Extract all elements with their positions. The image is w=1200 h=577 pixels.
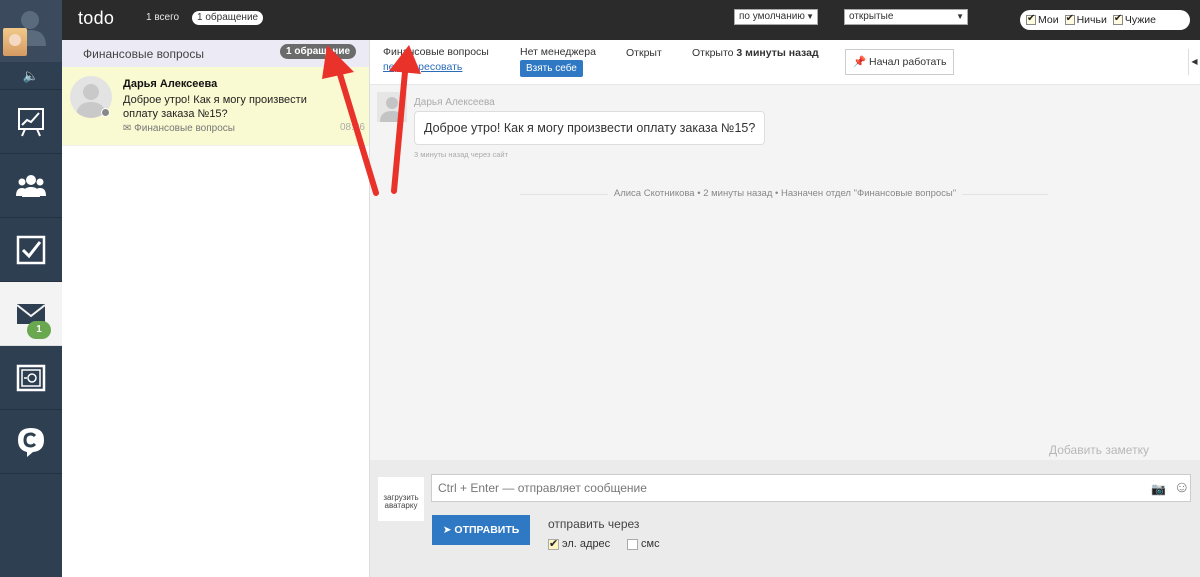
message-bubble: Доброе утро! Как я могу произвести оплат… bbox=[414, 111, 766, 145]
user-block[interactable] bbox=[0, 0, 62, 62]
email-option-label: эл. адрес bbox=[562, 538, 611, 550]
list-header-title: Финансовые вопросы bbox=[83, 47, 204, 61]
readdress-link[interactable]: переадресовать bbox=[383, 61, 462, 73]
send-button[interactable]: ➤ ОТПРАВИТЬ bbox=[432, 515, 530, 545]
opened-prefix: Открыто bbox=[692, 47, 734, 59]
mail-count-badge: 1 bbox=[27, 321, 51, 339]
sort-select[interactable]: по умолчанию ▼ bbox=[734, 9, 818, 25]
conversation-department: ✉ Финансовые вопросы bbox=[123, 123, 235, 134]
users-group-icon bbox=[16, 174, 46, 197]
chat-department: Финансовые вопросы bbox=[383, 46, 489, 58]
conversation-list-pane: Финансовые вопросы 1 обращение Дарья Але… bbox=[62, 40, 370, 577]
pin-icon: 📌 bbox=[853, 56, 867, 68]
chat-state: Открыт bbox=[626, 47, 662, 59]
message-meta: 3 минуты назад через сайт bbox=[414, 150, 509, 159]
smiley-icon[interactable]: ☺ bbox=[1174, 479, 1190, 497]
camera-icon[interactable]: 📷 bbox=[1151, 482, 1166, 496]
sidebar-item-tasks[interactable] bbox=[0, 218, 62, 282]
status-select-value: открытые bbox=[849, 11, 894, 22]
sort-select-value: по умолчанию bbox=[739, 11, 805, 22]
chat-header: Финансовые вопросы переадресовать Нет ме… bbox=[370, 40, 1200, 85]
filter-label: Ничьи bbox=[1076, 14, 1107, 26]
upload-avatar-caption: загрузить аватарку bbox=[383, 493, 419, 510]
filter-label: Чужие bbox=[1124, 14, 1156, 26]
take-ownership-button[interactable]: Взять себе bbox=[520, 60, 583, 77]
filter-others[interactable]: Чужие bbox=[1112, 13, 1156, 26]
checkbox-icon bbox=[16, 235, 46, 264]
top-bar: todo 1 всего 1 обращение по умолчанию ▼ … bbox=[62, 0, 1200, 40]
list-item[interactable]: Дарья Алексеева Доброе утро! Как я могу … bbox=[62, 67, 369, 146]
send-via-sms-option[interactable]: смс bbox=[627, 538, 660, 550]
owner-filters: Мои Ничьи Чужие bbox=[1020, 10, 1190, 30]
chart-board-icon bbox=[18, 107, 44, 136]
list-header: Финансовые вопросы 1 обращение bbox=[62, 40, 369, 67]
appeals-count-badge[interactable]: 1 обращение bbox=[192, 11, 264, 25]
checkbox-checked-icon[interactable] bbox=[548, 537, 559, 550]
conversation-department-label: Финансовые вопросы bbox=[134, 123, 235, 134]
filter-mine[interactable]: Мои bbox=[1026, 13, 1059, 26]
paper-plane-icon: ➤ bbox=[442, 524, 452, 536]
chat-opened-time: Открыто 3 минуты назад bbox=[692, 47, 819, 59]
system-event-text: Алиса Скотникова • 2 минуты назад • Назн… bbox=[607, 188, 963, 199]
sidebar-item-safe[interactable] bbox=[0, 346, 62, 410]
safe-icon bbox=[16, 364, 46, 391]
chevron-down-icon: ▼ bbox=[956, 12, 964, 21]
chat-bubble-c-icon bbox=[18, 427, 44, 457]
chevron-down-icon: ▼ bbox=[806, 12, 814, 21]
add-note-link[interactable]: Добавить заметку bbox=[1049, 443, 1149, 457]
send-via-label: отправить через bbox=[548, 517, 640, 531]
offline-status-dot bbox=[101, 108, 110, 117]
list-header-count-badge: 1 обращение bbox=[280, 44, 357, 59]
checkbox-checked-icon[interactable] bbox=[1112, 13, 1123, 25]
left-rail: 🔈 1 bbox=[0, 0, 62, 577]
system-event: Алиса Скотникова • 2 минуты назад • Назн… bbox=[370, 188, 1200, 199]
sidebar-item-clients[interactable] bbox=[0, 154, 62, 218]
send-via-email-option[interactable]: эл. адрес bbox=[548, 537, 611, 550]
start-work-label: Начал работать bbox=[869, 56, 947, 68]
manager-status: Нет менеджера bbox=[520, 46, 596, 58]
conversation-preview: Доброе утро! Как я могу произвести оплат… bbox=[123, 94, 307, 120]
sidebar-item-mail[interactable]: 1 bbox=[0, 282, 62, 346]
avatar[interactable] bbox=[3, 28, 27, 56]
sidebar-item-analytics[interactable] bbox=[0, 90, 62, 154]
opened-time-value: 3 минуты назад bbox=[736, 47, 819, 59]
conversation-time: 08:36 bbox=[339, 122, 365, 133]
sms-option-label: смс bbox=[641, 538, 660, 550]
upload-avatar[interactable]: загрузить аватарку bbox=[378, 477, 424, 521]
checkbox-empty-icon[interactable] bbox=[627, 538, 638, 550]
collapse-panel-icon[interactable]: ◀ bbox=[1188, 49, 1200, 75]
user-silhouette-icon bbox=[377, 92, 407, 122]
filter-nobody[interactable]: Ничьи bbox=[1064, 13, 1107, 26]
checkbox-checked-icon[interactable] bbox=[1064, 13, 1075, 25]
message-input[interactable]: Ctrl + Enter — отправляет сообщение bbox=[431, 474, 1191, 502]
conversation-name: Дарья Алексеева bbox=[123, 78, 218, 90]
sidebar-item-chat[interactable] bbox=[0, 410, 62, 474]
start-work-button[interactable]: 📌 Начал работать bbox=[845, 49, 955, 75]
chat-pane: Финансовые вопросы переадресовать Нет ме… bbox=[370, 40, 1200, 577]
envelope-icon: ✉ bbox=[123, 123, 132, 134]
filter-label: Мои bbox=[1038, 14, 1059, 26]
app-title: todo bbox=[78, 8, 115, 28]
status-select[interactable]: открытые ▼ bbox=[844, 9, 968, 25]
checkbox-checked-icon[interactable] bbox=[1026, 13, 1036, 25]
send-button-label: ОТПРАВИТЬ bbox=[454, 524, 520, 536]
message-author: Дарья Алексеева bbox=[414, 97, 495, 108]
total-count: 1 всего bbox=[146, 12, 180, 23]
speaker-icon[interactable]: 🔈 bbox=[0, 62, 62, 90]
composer: загрузить аватарку Ctrl + Enter — отправ… bbox=[370, 460, 1200, 577]
